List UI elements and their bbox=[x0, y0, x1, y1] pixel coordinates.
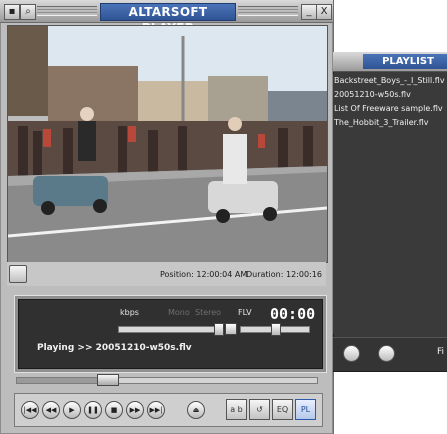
titlebar-groove-right bbox=[238, 6, 298, 16]
fast-forward-button[interactable]: ▶▶ bbox=[126, 401, 144, 419]
time-display: 00:00 bbox=[270, 305, 316, 323]
balance-knob[interactable] bbox=[271, 323, 281, 336]
duration-label: Duration: 12:00:16 bbox=[246, 270, 322, 279]
monitor-icon[interactable] bbox=[9, 265, 27, 283]
playlist-toggle-button[interactable]: PL bbox=[295, 399, 316, 420]
close-button[interactable]: X bbox=[316, 4, 332, 20]
repeat-button[interactable]: ↺ bbox=[249, 399, 270, 420]
pause-button[interactable]: ❚❚ bbox=[84, 401, 102, 419]
playlist-item[interactable]: 20051210-w50s.flv bbox=[333, 88, 447, 102]
playlist-title: PLAYLIST bbox=[363, 54, 447, 69]
titlebar-groove-left bbox=[37, 6, 97, 16]
video-frame-image bbox=[8, 26, 327, 262]
playlist-footer-label: Fi bbox=[437, 347, 445, 357]
seek-fill bbox=[17, 378, 101, 383]
app-menu-icon[interactable]: ▪ bbox=[4, 4, 20, 20]
position-label: Position: 12:00:04 AM bbox=[160, 270, 248, 279]
volume-bars-icon[interactable] bbox=[343, 345, 360, 362]
seek-knob[interactable] bbox=[97, 374, 119, 386]
next-track-button[interactable]: ▶▶| bbox=[147, 401, 165, 419]
stereo-label: Stereo bbox=[195, 308, 222, 317]
folder-icon[interactable] bbox=[378, 345, 395, 362]
player-title: ALTARSOFT PLAYER bbox=[100, 3, 236, 35]
mono-label: Mono bbox=[168, 308, 190, 317]
kbps-label: kbps bbox=[120, 308, 139, 317]
eject-button[interactable]: ⏏ bbox=[187, 401, 205, 419]
previous-track-button[interactable]: |◀◀ bbox=[21, 401, 39, 419]
minimize-button[interactable]: _ bbox=[301, 4, 317, 20]
mute-button[interactable] bbox=[225, 323, 237, 335]
equalizer-button[interactable]: EQ bbox=[272, 399, 293, 420]
play-button[interactable]: ▶ bbox=[63, 401, 81, 419]
stop-button[interactable]: ■ bbox=[105, 401, 123, 419]
playlist-item[interactable]: The_Hobbit_3_Trailer.flv bbox=[333, 116, 447, 130]
playlist-list[interactable]: Backstreet_Boys_-_I_Still.flv 20051210-w… bbox=[333, 74, 447, 334]
rewind-button[interactable]: ◀◀ bbox=[42, 401, 60, 419]
video-display[interactable] bbox=[7, 25, 328, 263]
volume-track[interactable] bbox=[118, 326, 222, 333]
playlist-item[interactable]: Backstreet_Boys_-_I_Still.flv bbox=[333, 74, 447, 88]
format-label: FLV bbox=[238, 308, 252, 317]
search-icon[interactable]: ⌕ bbox=[20, 4, 36, 20]
playlist-item[interactable]: List Of Freeware sample.flv bbox=[333, 102, 447, 116]
now-playing-text: Playing >> 20051210-w50s.flv bbox=[37, 343, 192, 353]
volume-knob[interactable] bbox=[214, 323, 224, 336]
ab-repeat-button[interactable]: a b bbox=[226, 399, 247, 420]
